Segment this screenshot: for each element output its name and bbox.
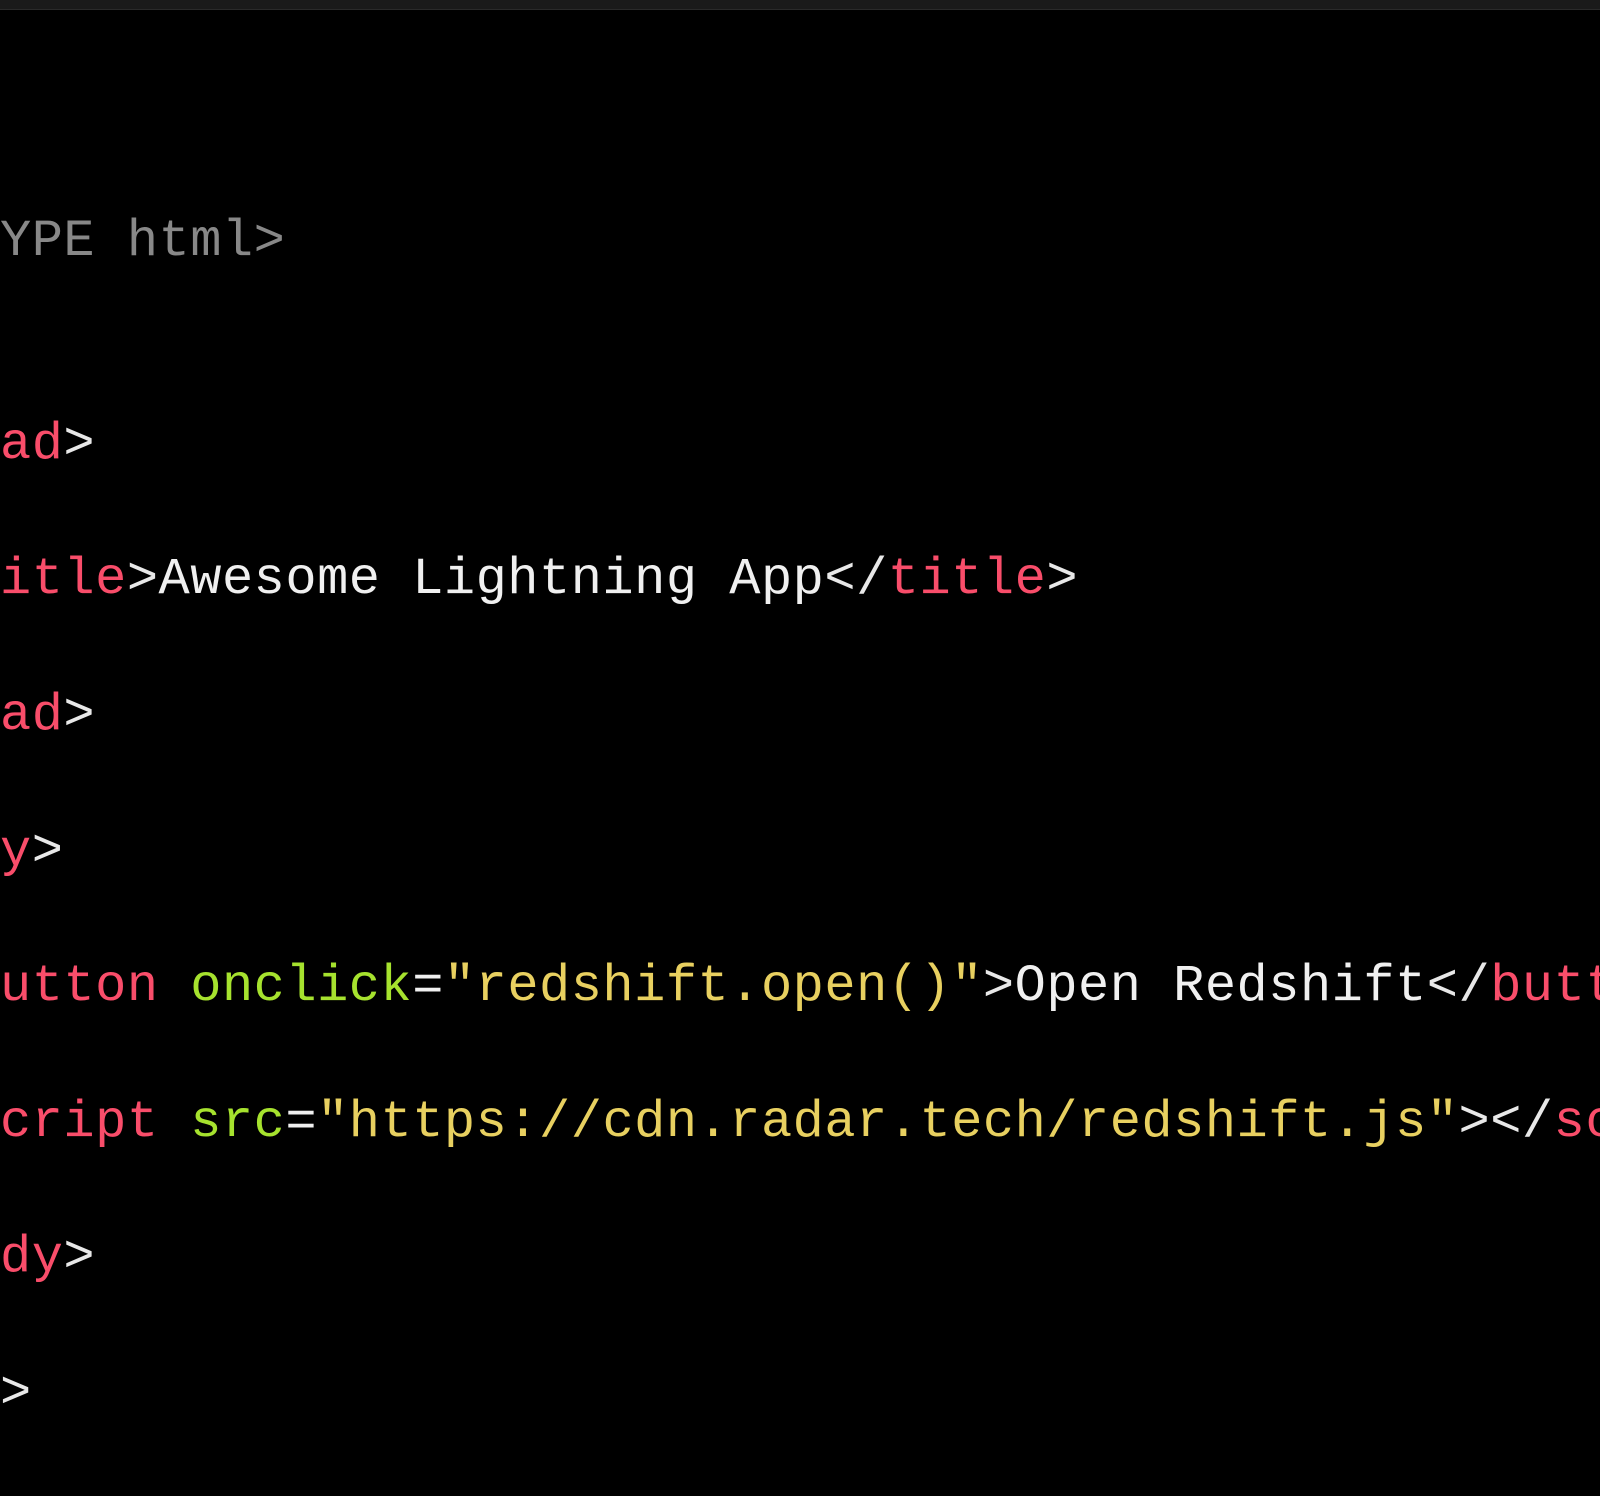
script-open-tag: cript bbox=[0, 1093, 159, 1152]
button-open-tag: utton bbox=[0, 957, 159, 1016]
code-line-10: > bbox=[0, 1360, 1600, 1428]
doctype-fragment: YPE html> bbox=[0, 212, 285, 271]
angle-bracket: ></ bbox=[1458, 1093, 1553, 1152]
code-line-9: dy> bbox=[0, 1224, 1600, 1292]
title-text: Awesome Lightning App bbox=[159, 550, 825, 609]
code-line-6: y> bbox=[0, 818, 1600, 886]
code-line-4: itle>Awesome Lightning App</title> bbox=[0, 546, 1600, 614]
onclick-value: "redshift.open()" bbox=[444, 957, 983, 1016]
title-bar bbox=[0, 0, 1600, 10]
angle-bracket: > bbox=[32, 822, 64, 881]
equals: = bbox=[285, 1093, 317, 1152]
body-close-tag: dy bbox=[0, 1228, 63, 1287]
head-close-tag: ad bbox=[0, 686, 63, 745]
code-editor[interactable]: YPE html> ad> itle>Awesome Lightning App… bbox=[0, 10, 1600, 1496]
code-line-7: utton onclick="redshift.open()">Open Red… bbox=[0, 953, 1600, 1021]
code-line-5: ad> bbox=[0, 682, 1600, 750]
head-open-tag: ad bbox=[0, 415, 63, 474]
src-attr: src bbox=[190, 1093, 285, 1152]
angle-bracket: </ bbox=[1427, 957, 1490, 1016]
angle-bracket: > bbox=[983, 957, 1015, 1016]
angle-bracket: > bbox=[63, 415, 95, 474]
code-line-8: cript src="https://cdn.radar.tech/redshi… bbox=[0, 1089, 1600, 1157]
angle-bracket: > bbox=[63, 686, 95, 745]
button-text: Open Redshift bbox=[1015, 957, 1427, 1016]
angle-bracket: > bbox=[127, 550, 159, 609]
body-open-tag: y bbox=[0, 822, 32, 881]
code-line-1: YPE html> bbox=[0, 208, 1600, 276]
angle-bracket: > bbox=[63, 1228, 95, 1287]
angle-bracket: </ bbox=[824, 550, 887, 609]
script-close-tag: script bbox=[1554, 1093, 1600, 1152]
button-close-tag: button bbox=[1490, 957, 1600, 1016]
src-value: "https://cdn.radar.tech/redshift.js" bbox=[317, 1093, 1458, 1152]
angle-bracket: > bbox=[1046, 550, 1078, 609]
code-line-3: ad> bbox=[0, 411, 1600, 479]
equals: = bbox=[412, 957, 444, 1016]
html-close-fragment: > bbox=[0, 1364, 32, 1423]
onclick-attr: onclick bbox=[190, 957, 412, 1016]
title-close-tag: title bbox=[888, 550, 1047, 609]
title-open-tag: itle bbox=[0, 550, 127, 609]
